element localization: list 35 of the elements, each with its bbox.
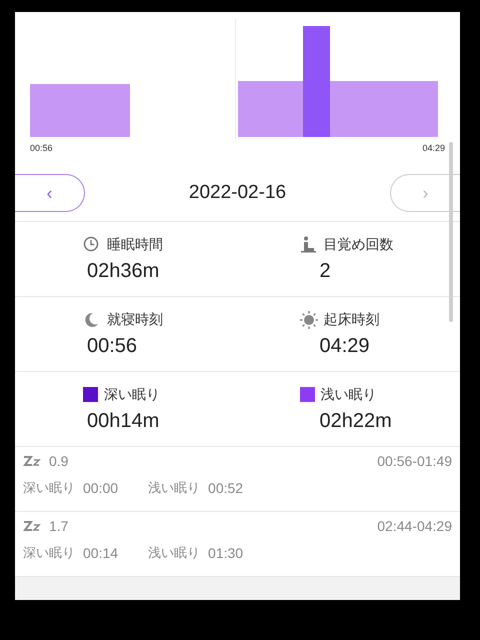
previous-day-button[interactable]: ‹ (15, 174, 85, 212)
sun-icon (300, 310, 318, 328)
stat-value: 04:29 (318, 334, 370, 358)
deep-sleep-time: 00:14 (83, 545, 118, 561)
stat-label: 浅い眠り (320, 386, 376, 404)
stat-value: 00h14m (86, 410, 160, 432)
time-range: 02:44-04:29 (377, 518, 452, 534)
stat-label: 深い眠り (104, 386, 160, 404)
start-time: 00:56 (30, 143, 53, 153)
sleep-zz-icon (23, 455, 43, 467)
light-sleep-time: 01:30 (208, 545, 244, 561)
stat-label: 就寝時刻 (107, 310, 163, 328)
stat-label: 睡眠時間 (107, 236, 163, 254)
sleep-zz-icon (23, 520, 43, 532)
stat-label: 起床時刻 (324, 310, 380, 328)
light-sleep-time: 00:52 (208, 480, 244, 496)
stat-label: 目覚め回数 (324, 236, 394, 254)
deep-sleep-label: 深い眠り (23, 545, 75, 562)
time-range: 00:56-01:49 (377, 453, 452, 469)
date-label: 2022-02-16 (188, 182, 286, 204)
sleep-score: 1.7 (49, 518, 68, 534)
stat-value: 00:56 (86, 334, 138, 358)
clock-icon (83, 236, 101, 254)
light-sleep-label: 浅い眠り (148, 545, 200, 562)
scrollbar[interactable] (449, 142, 453, 322)
end-time: 04:29 (422, 143, 445, 153)
seated-person-icon (300, 236, 318, 254)
deep-sleep-time: 00:00 (83, 480, 118, 496)
sleep-score: 0.9 (49, 453, 68, 469)
deep-sleep-label: 深い眠り (23, 480, 75, 497)
stat-value: 02h22m (318, 410, 392, 432)
stat-value: 02h36m (86, 260, 160, 282)
stat-value: 2 (318, 260, 331, 282)
light-sleep-label: 浅い眠り (148, 480, 200, 497)
moon-icon (83, 310, 101, 328)
